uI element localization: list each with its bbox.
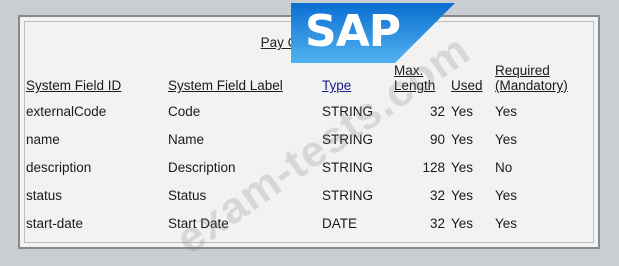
cell-system-field-id: description xyxy=(26,159,92,175)
cell-system-field-id: status xyxy=(26,187,63,203)
table-header-row: System Field ID System Field Label Type … xyxy=(26,61,589,97)
cell-required: Yes xyxy=(495,215,518,231)
cell-max-length: 32 xyxy=(429,215,445,231)
cell-max-length: 128 xyxy=(422,159,445,175)
column-header-type: Type xyxy=(322,78,352,93)
cell-system-field-id: start-date xyxy=(26,215,84,231)
cell-max-length: 90 xyxy=(429,131,445,147)
cell-used: Yes xyxy=(451,159,474,175)
required-line1: Required xyxy=(495,63,550,78)
cell-required: Yes xyxy=(495,187,518,203)
cell-type: STRING xyxy=(322,103,374,119)
table-row: status Status STRING 32 Yes Yes xyxy=(26,181,589,209)
cell-system-field-id: externalCode xyxy=(26,103,107,119)
cell-system-field-id: name xyxy=(26,131,60,147)
max-length-line1: Max. xyxy=(394,63,424,78)
cell-type: STRING xyxy=(322,159,374,175)
cell-system-field-label: Start Date xyxy=(168,215,229,231)
cell-system-field-label: Name xyxy=(168,131,205,147)
column-header-max-length: Max. Length xyxy=(394,61,451,97)
cell-type: DATE xyxy=(322,215,358,231)
sap-logo: SAP xyxy=(291,3,455,63)
cell-system-field-label: Code xyxy=(168,103,201,119)
cell-required: Yes xyxy=(495,131,518,147)
field-table: System Field ID System Field Label Type … xyxy=(26,61,589,237)
column-header-system-field-label: System Field Label xyxy=(168,78,283,93)
cell-max-length: 32 xyxy=(429,187,445,203)
cell-system-field-label: Description xyxy=(168,159,236,175)
table-row: description Description STRING 128 Yes N… xyxy=(26,153,589,181)
cell-system-field-label: Status xyxy=(168,187,207,203)
cell-used: Yes xyxy=(451,103,474,119)
cell-max-length: 32 xyxy=(429,103,445,119)
cell-required: No xyxy=(495,159,513,175)
column-header-required: Required (Mandatory) xyxy=(495,61,589,97)
table-row: externalCode Code STRING 32 Yes Yes xyxy=(26,97,589,125)
cell-type: STRING xyxy=(322,187,374,203)
cell-required: Yes xyxy=(495,103,518,119)
max-length-line2: Length xyxy=(394,78,436,93)
cell-used: Yes xyxy=(451,131,474,147)
cell-used: Yes xyxy=(451,187,474,203)
cell-type: STRING xyxy=(322,131,374,147)
sap-logo-text: SAP xyxy=(305,6,401,57)
cell-used: Yes xyxy=(451,215,474,231)
screenshot-canvas: Pay Component System Field ID System Fie… xyxy=(0,0,619,266)
table-row: start-date Start Date DATE 32 Yes Yes xyxy=(26,209,589,237)
table-row: name Name STRING 90 Yes Yes xyxy=(26,125,589,153)
required-line2: (Mandatory) xyxy=(495,78,568,93)
column-header-used: Used xyxy=(451,78,483,93)
column-header-system-field-id: System Field ID xyxy=(26,78,122,93)
